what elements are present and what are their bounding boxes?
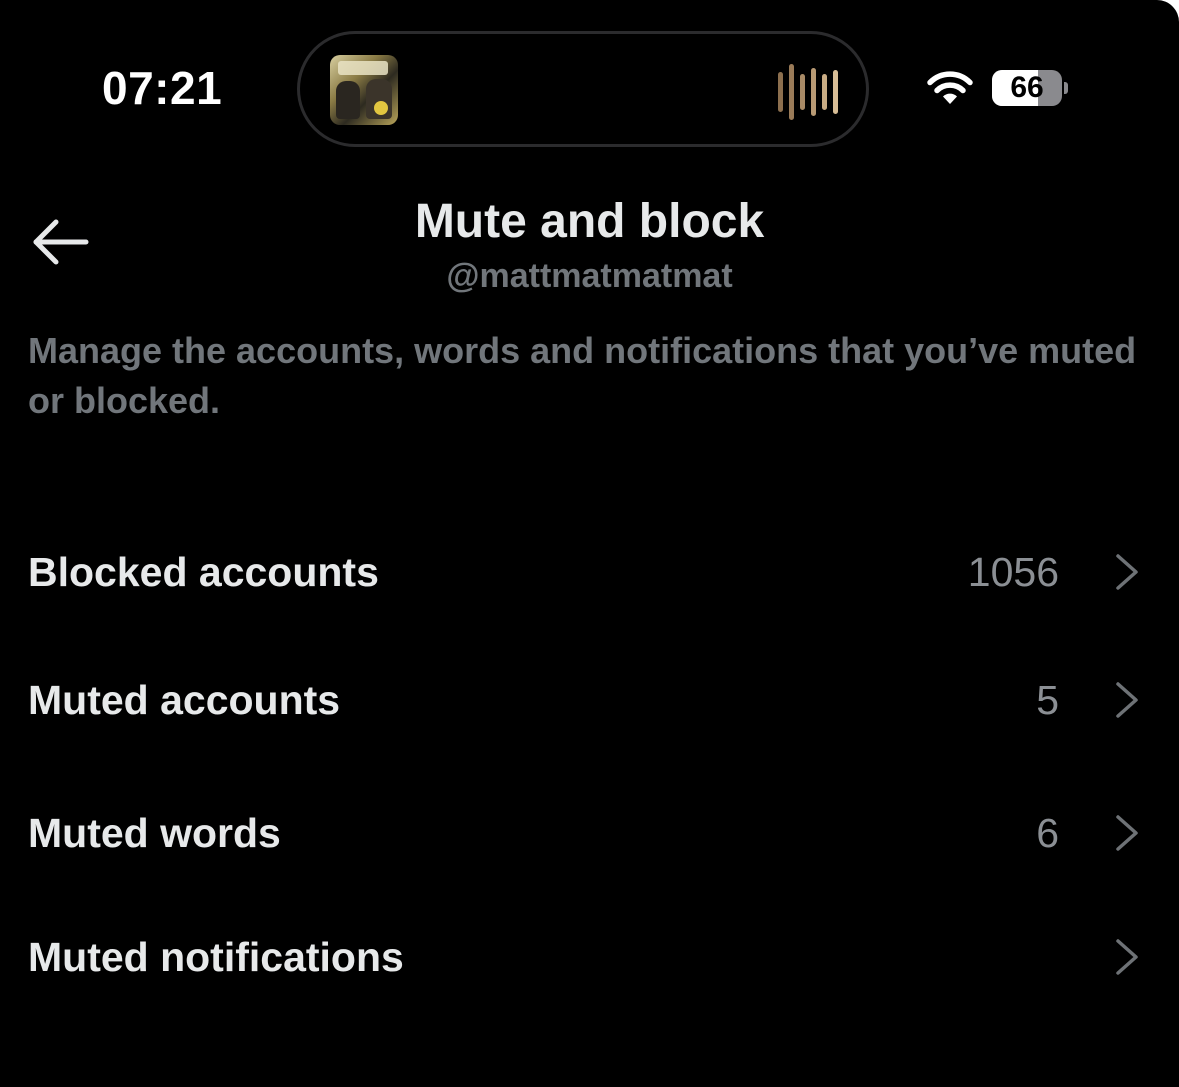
waveform-icon — [778, 64, 838, 120]
list-item-muted-words[interactable]: Muted words 6 — [0, 769, 1179, 893]
list-item-label: Muted accounts — [28, 677, 341, 723]
screen: 07:21 66 Mute and block @mattmatmatmat M… — [0, 0, 1179, 1087]
chevron-right-icon — [1116, 939, 1138, 975]
chevron-right-icon — [1116, 554, 1138, 590]
chevron-right-icon — [1116, 815, 1138, 851]
battery-indicator: 66 — [992, 70, 1068, 106]
dynamic-island-now-playing[interactable] — [297, 31, 869, 147]
settings-list: Blocked accounts 1056 Muted accounts 5 M… — [0, 508, 1179, 1024]
page-description: Manage the accounts, words and notificat… — [28, 330, 1137, 421]
list-item-blocked-accounts[interactable]: Blocked accounts 1056 — [0, 508, 1179, 636]
wifi-icon — [927, 71, 973, 104]
list-item-muted-accounts[interactable]: Muted accounts 5 — [0, 636, 1179, 769]
list-item-label: Muted notifications — [28, 934, 404, 980]
list-item-label: Blocked accounts — [28, 549, 379, 595]
account-handle: @mattmatmatmat — [446, 257, 733, 295]
battery-icon: 66 — [992, 70, 1062, 106]
status-time: 07:21 — [102, 62, 223, 114]
chevron-right-icon — [1116, 682, 1138, 718]
list-item-count: 6 — [1036, 810, 1059, 856]
list-item-count: 5 — [1036, 677, 1059, 723]
list-item-label: Muted words — [28, 810, 281, 856]
page-title: Mute and block — [414, 195, 765, 248]
list-item-muted-notifications[interactable]: Muted notifications — [0, 893, 1179, 1024]
list-item-count: 1056 — [967, 549, 1059, 595]
battery-percent: 66 — [1010, 71, 1044, 104]
album-art-thumbnail — [330, 55, 398, 125]
